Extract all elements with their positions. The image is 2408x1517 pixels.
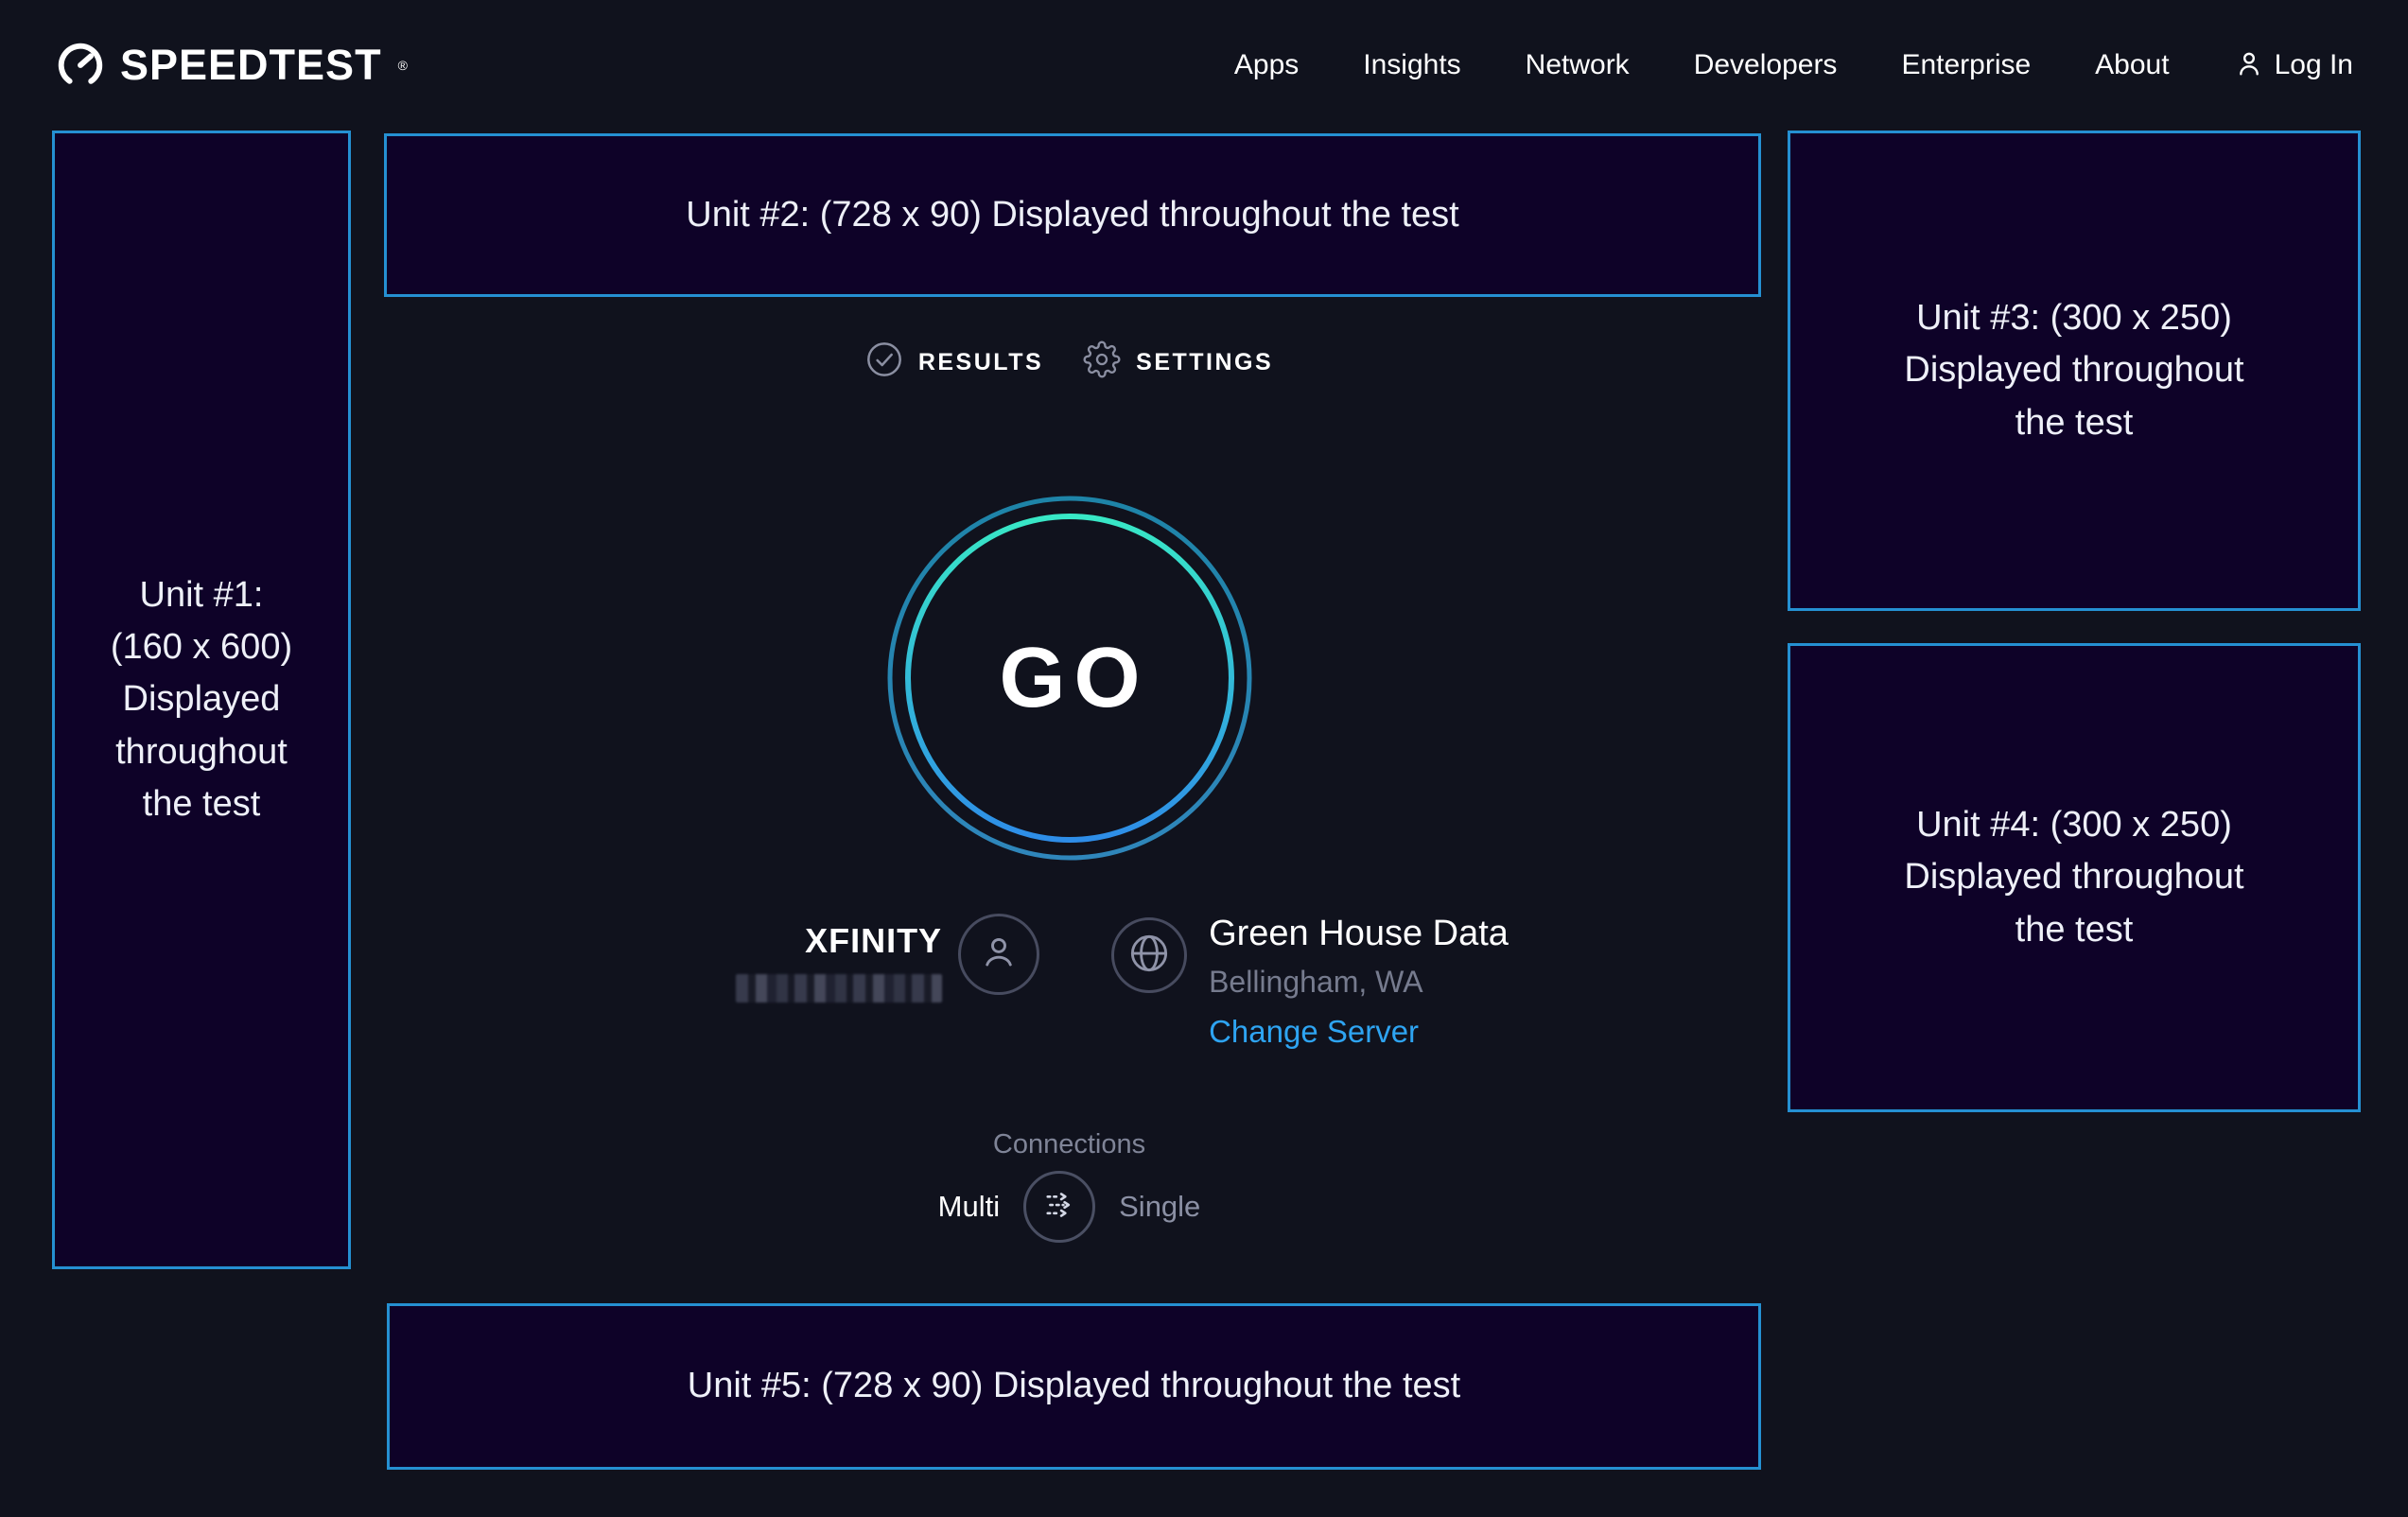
connection-info-row: XFINITY <box>351 914 1788 1050</box>
connections-label: Connections <box>351 1129 1788 1160</box>
go-button[interactable]: GO <box>885 494 1254 863</box>
nav-item-enterprise[interactable]: Enterprise <box>1901 49 2031 81</box>
ad-unit-1-skyscraper: Unit #1: (160 x 600) Displayed throughou… <box>52 131 351 1269</box>
isp-block: XFINITY <box>736 921 942 1003</box>
change-server-link[interactable]: Change Server <box>1209 1014 1509 1050</box>
tab-settings-label: SETTINGS <box>1136 349 1273 376</box>
tabs-row: RESULTS SETTINGS <box>351 340 1788 385</box>
connections-toggle-row: Multi Single <box>351 1171 1788 1243</box>
speedtest-page: SPEEDTEST ® Apps Insights Network Develo… <box>0 0 2408 1517</box>
tab-results[interactable]: RESULTS <box>865 340 1043 385</box>
isp-user-badge[interactable] <box>958 914 1039 995</box>
check-circle-icon <box>865 340 903 385</box>
connections-option-multi[interactable]: Multi <box>938 1190 1000 1224</box>
user-icon <box>977 931 1021 979</box>
connections-option-single[interactable]: Single <box>1119 1190 1200 1224</box>
ad-unit-3-rectangle: Unit #3: (300 x 250) Displayed throughou… <box>1788 131 2361 611</box>
multi-connection-arrows-icon <box>1039 1185 1079 1229</box>
test-panel: RESULTS SETTINGS <box>351 0 1788 1517</box>
gear-icon <box>1083 340 1121 385</box>
go-button-label: GO <box>885 494 1254 863</box>
server-location: Bellingham, WA <box>1209 965 1509 1000</box>
speedometer-logo-icon <box>55 40 106 91</box>
tab-settings[interactable]: SETTINGS <box>1083 340 1273 385</box>
nav-item-about[interactable]: About <box>2095 49 2169 81</box>
login-button[interactable]: Log In <box>2234 48 2353 83</box>
server-block: Green House Data Bellingham, WA Change S… <box>1209 914 1509 1050</box>
server-name: Green House Data <box>1209 914 1509 954</box>
login-person-icon <box>2234 48 2264 83</box>
server-globe-badge <box>1111 917 1187 993</box>
isp-name: XFINITY <box>736 921 942 961</box>
login-label: Log In <box>2275 49 2353 81</box>
connections-toggle-button[interactable] <box>1023 1171 1095 1243</box>
ad-unit-4-rectangle: Unit #4: (300 x 250) Displayed throughou… <box>1788 643 2361 1112</box>
globe-icon <box>1127 932 1171 980</box>
isp-detail-redacted <box>736 974 942 1003</box>
brand-name: SPEEDTEST <box>120 41 382 90</box>
tab-results-label: RESULTS <box>918 349 1043 376</box>
